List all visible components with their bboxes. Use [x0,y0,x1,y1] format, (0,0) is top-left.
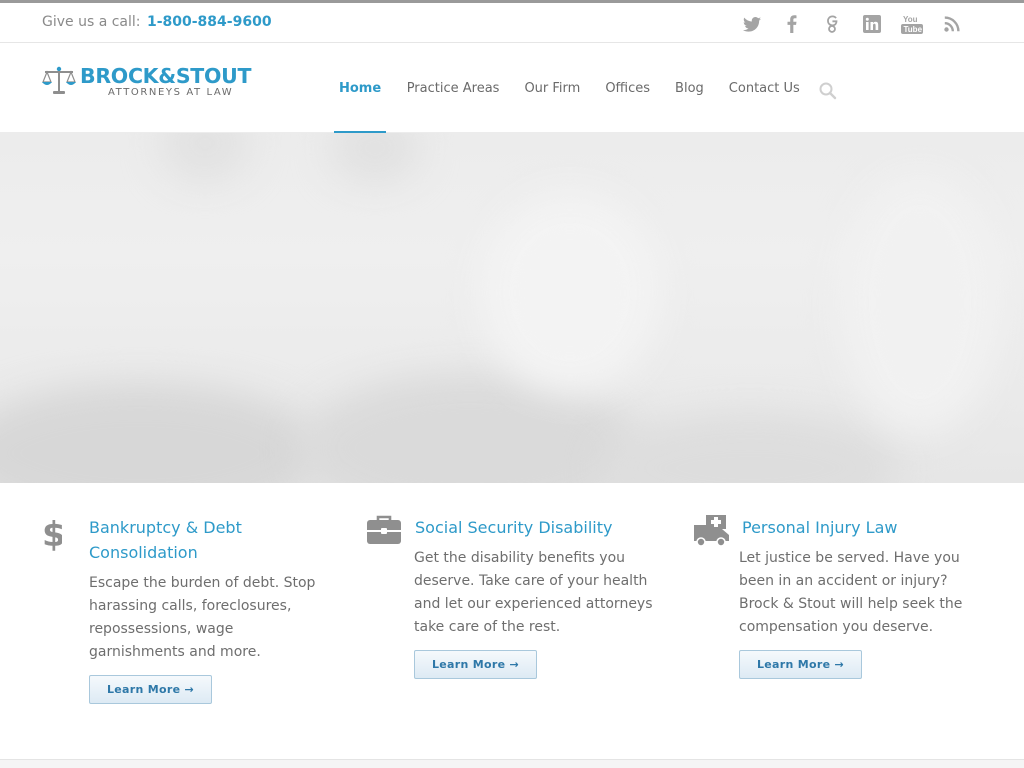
feature-title[interactable]: Bankruptcy & Debt Consolidation [89,515,299,565]
main-nav: Home Practice Areas Our Firm Offices Blo… [334,43,812,134]
nav-blog[interactable]: Blog [663,43,717,133]
site-header: BROCK&STOUT ATTORNEYS AT LAW Home Practi… [0,43,1024,134]
logo-tagline: ATTORNEYS AT LAW [108,87,234,98]
hero-banner [0,133,1024,483]
footer-edge [0,759,1024,768]
nav-our-firm[interactable]: Our Firm [512,43,593,133]
top-bar: Give us a call: 1-800-884-9600 You Tube [0,0,1024,43]
svg-text:$: $ [42,515,62,551]
learn-more-button[interactable]: Learn More → [89,675,212,704]
svg-text:You: You [903,15,918,24]
google-plus-icon[interactable] [812,13,852,35]
rss-icon[interactable] [932,13,972,35]
feature-body: Let justice be served. Have you been in … [739,550,963,635]
dollar-icon: $ [42,515,66,555]
nav-practice-areas[interactable]: Practice Areas [394,43,512,133]
svg-text:Tube: Tube [904,25,923,34]
learn-more-button[interactable]: Learn More → [739,650,862,679]
feature-body: Escape the burden of debt. Stop harassin… [89,575,316,660]
linkedin-icon[interactable] [852,13,892,35]
nav-offices[interactable]: Offices [593,43,663,133]
search-icon[interactable] [818,81,838,105]
ambulance-icon [692,515,730,551]
site-logo[interactable]: BROCK&STOUT ATTORNEYS AT LAW [42,64,264,101]
logo-brand: BROCK&STOUT [80,64,252,88]
call-info: Give us a call: 1-800-884-9600 [42,14,272,30]
nav-home[interactable]: Home [334,43,387,134]
feature-title[interactable]: Personal Injury Law [742,515,962,540]
facebook-icon[interactable] [772,13,812,35]
social-links: You Tube [732,13,972,35]
briefcase-icon [367,515,401,549]
learn-more-button[interactable]: Learn More → [414,650,537,679]
features-section: $ Bankruptcy & Debt Consolidation Escape… [0,483,1024,759]
twitter-icon[interactable] [732,13,772,35]
nav-contact-us[interactable]: Contact Us [716,43,812,133]
feature-title[interactable]: Social Security Disability [415,515,655,540]
phone-link[interactable]: 1-800-884-9600 [147,14,272,30]
feature-body: Get the disability benefits you deserve.… [414,550,653,635]
youtube-icon[interactable]: You Tube [892,13,932,35]
scales-of-justice-icon [42,66,76,94]
call-label: Give us a call: [42,14,141,30]
